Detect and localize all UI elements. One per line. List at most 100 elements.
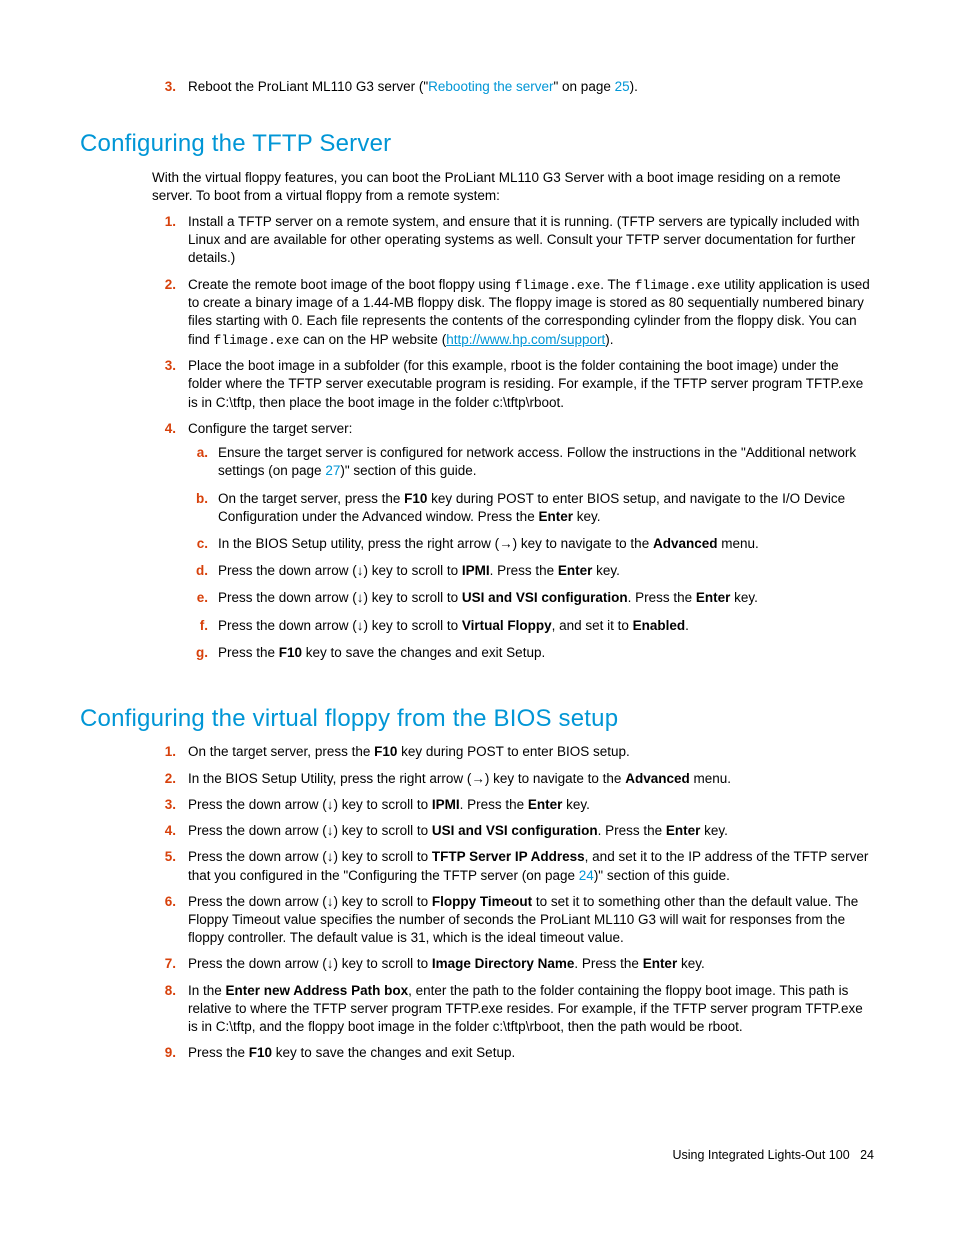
body-text: Create the remote boot image of the boot… (188, 277, 514, 292)
list-marker: f. (188, 617, 208, 635)
body-text: . The (600, 277, 634, 292)
page-ref[interactable]: 25 (615, 79, 630, 94)
body-text: key. (592, 563, 620, 578)
body-text: key during POST to enter BIOS setup. (397, 744, 629, 759)
body-text: Ensure the target server is configured f… (218, 445, 856, 478)
list-marker: d. (188, 562, 208, 580)
list-item: 1. Install a TFTP server on a remote sys… (152, 213, 874, 272)
key-name: F10 (279, 645, 302, 660)
list-item: 8. In the Enter new Address Path box, en… (152, 982, 874, 1041)
list-marker: 4. (152, 822, 176, 840)
list-item: 2. In the BIOS Setup Utility, press the … (152, 770, 874, 792)
menu-name: IPMI (462, 563, 490, 578)
code-text: flimage.exe (214, 333, 300, 348)
field-name: Enter new Address Path box (226, 983, 409, 998)
body-text: . Press the (460, 797, 528, 812)
list-item: a. Ensure the target server is configure… (188, 444, 874, 483)
value-name: Enabled (633, 618, 686, 633)
footer-page: 24 (860, 1148, 874, 1162)
key-name: Enter (643, 956, 678, 971)
menu-name: Virtual Floppy (462, 618, 552, 633)
key-name: F10 (249, 1045, 272, 1060)
list-marker: 3. (152, 357, 176, 375)
body-text: In the BIOS Setup utility, press the rig… (218, 536, 653, 551)
menu-name: Floppy Timeout (432, 894, 532, 909)
list-item: 7. Press the down arrow (↓) key to scrol… (152, 955, 874, 977)
body-text: key to save the changes and exit Setup. (302, 645, 545, 660)
list-marker: 5. (152, 848, 176, 866)
page-ref[interactable]: 27 (325, 463, 340, 478)
menu-name: IPMI (432, 797, 460, 812)
body-text: . Press the (598, 823, 666, 838)
body-text: . Press the (628, 590, 696, 605)
body-text: Reboot the ProLiant ML110 G3 server (" (188, 79, 428, 94)
body-text: In the (188, 983, 226, 998)
body-text: key to save the changes and exit Setup. (272, 1045, 515, 1060)
page-ref[interactable]: 24 (579, 868, 594, 883)
body-text: Place the boot image in a subfolder (for… (188, 358, 863, 409)
body-text: Install a TFTP server on a remote system… (188, 214, 860, 265)
intro-paragraph: With the virtual floppy features, you ca… (152, 169, 874, 205)
body-text: Press the down arrow (↓) key to scroll t… (218, 590, 462, 605)
footer-text: Using Integrated Lights-Out 100 (672, 1148, 849, 1162)
page-footer: Using Integrated Lights-Out 100 24 (80, 1147, 874, 1164)
key-name: Enter (538, 509, 573, 524)
key-name: Enter (528, 797, 563, 812)
body-text: Press the down arrow (↓) key to scroll t… (188, 956, 432, 971)
menu-name: Advanced (653, 536, 718, 551)
body-text: key. (700, 823, 728, 838)
list-item: 3. Press the down arrow (↓) key to scrol… (152, 796, 874, 818)
body-text: . Press the (574, 956, 642, 971)
tftp-steps: 1. Install a TFTP server on a remote sys… (152, 213, 874, 675)
body-text: Press the down arrow (↓) key to scroll t… (188, 797, 432, 812)
menu-name: Advanced (625, 771, 690, 786)
body-text: Press the down arrow (↓) key to scroll t… (218, 618, 462, 633)
menu-name: TFTP Server IP Address (432, 849, 585, 864)
vfloppy-steps: 1. On the target server, press the F10 k… (152, 743, 874, 1066)
list-item: 9. Press the F10 key to save the changes… (152, 1044, 874, 1066)
list-item: 5. Press the down arrow (↓) key to scrol… (152, 848, 874, 888)
menu-name: USI and VSI configuration (462, 590, 628, 605)
list-item: g. Press the F10 key to save the changes… (188, 644, 874, 665)
list-item: 6. Press the down arrow (↓) key to scrol… (152, 893, 874, 952)
list-marker: 6. (152, 893, 176, 911)
body-text: key. (730, 590, 758, 605)
body-text: On the target server, press the (218, 491, 404, 506)
body-text: menu. (717, 536, 758, 551)
body-text: Press the down arrow (↓) key to scroll t… (218, 563, 462, 578)
key-name: F10 (374, 744, 397, 759)
list-item: 3. Place the boot image in a subfolder (… (152, 357, 874, 416)
list-item: b. On the target server, press the F10 k… (188, 490, 874, 529)
cross-reference[interactable]: Rebooting the server (428, 79, 553, 94)
body-text: Press the down arrow (↓) key to scroll t… (188, 823, 432, 838)
list-marker: g. (188, 644, 208, 662)
list-marker: 7. (152, 955, 176, 973)
list-item: e. Press the down arrow (↓) key to scrol… (188, 589, 874, 610)
body-text: " on page (554, 79, 615, 94)
key-name: F10 (404, 491, 427, 506)
list-item: 2. Create the remote boot image of the b… (152, 276, 874, 354)
body-text: Press the down arrow (↓) key to scroll t… (188, 849, 432, 864)
list-marker: b. (188, 490, 208, 508)
list-marker: e. (188, 589, 208, 607)
list-item: c. In the BIOS Setup utility, press the … (188, 535, 874, 556)
hyperlink[interactable]: http://www.hp.com/support (446, 332, 605, 347)
menu-name: USI and VSI configuration (432, 823, 598, 838)
list-marker: 2. (152, 276, 176, 294)
list-marker: a. (188, 444, 208, 462)
list-item: f. Press the down arrow (↓) key to scrol… (188, 617, 874, 638)
body-text: Press the down arrow (↓) key to scroll t… (188, 894, 432, 909)
list-marker: 1. (152, 213, 176, 231)
list-item: 3. Reboot the ProLiant ML110 G3 server (… (152, 78, 874, 100)
heading-tftp: Configuring the TFTP Server (80, 128, 874, 160)
key-name: Enter (696, 590, 731, 605)
continued-list: 3. Reboot the ProLiant ML110 G3 server (… (152, 78, 874, 100)
list-item: 4. Configure the target server: a. Ensur… (152, 420, 874, 675)
list-item: d. Press the down arrow (↓) key to scrol… (188, 562, 874, 583)
body-text: Press the (188, 1045, 249, 1060)
body-text: In the BIOS Setup Utility, press the rig… (188, 771, 625, 786)
list-marker: c. (188, 535, 208, 553)
body-text: ). (605, 332, 613, 347)
body-text: can on the HP website ( (299, 332, 446, 347)
menu-name: Image Directory Name (432, 956, 575, 971)
